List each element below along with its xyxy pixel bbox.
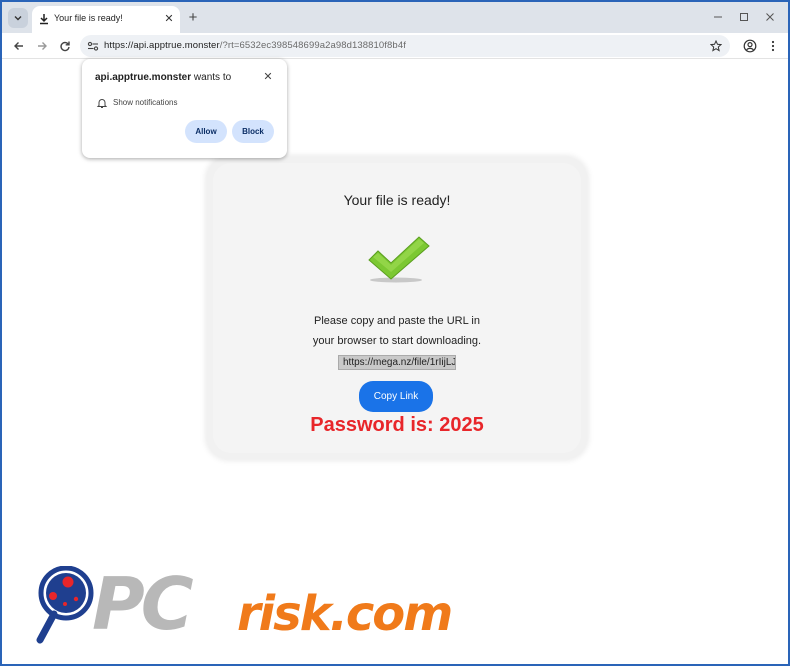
reload-icon[interactable] — [55, 36, 75, 56]
tab-active[interactable]: Your file is ready! ✕ — [32, 6, 180, 33]
address-bar[interactable]: https://api.apptrue.monster/?rt=6532ec39… — [80, 35, 730, 57]
new-tab-icon[interactable]: + — [184, 8, 202, 26]
password-text: Password is: 2025 — [310, 414, 484, 436]
instruction-line-1: Please copy and paste the URL in — [314, 315, 480, 327]
block-button[interactable]: Block — [232, 120, 274, 143]
prompt-permission: Show notifications — [113, 98, 178, 107]
site-info-icon[interactable] — [86, 39, 100, 53]
watermark-risk: risk.com — [237, 586, 453, 642]
prompt-site: api.apptrue.monster — [95, 72, 192, 83]
close-icon[interactable]: ✕ — [262, 70, 274, 83]
tab-list-button[interactable] — [8, 8, 28, 28]
window-close-icon[interactable] — [760, 8, 780, 26]
allow-button[interactable]: Allow — [185, 120, 227, 143]
url-host: https://api.apptrue.monster — [104, 40, 220, 51]
link-field[interactable]: https://mega.nz/file/1rIijLJ — [338, 355, 456, 370]
download-icon — [40, 14, 48, 25]
card-title: Your file is ready! — [343, 192, 451, 208]
browser-window: Your file is ready! ✕ + https://api.appt… — [0, 0, 790, 666]
copy-link-button[interactable]: Copy Link — [359, 381, 433, 412]
prompt-wants-to: wants to — [193, 72, 232, 83]
maximize-icon[interactable] — [734, 8, 754, 26]
watermark-pc: PC — [92, 562, 194, 646]
minimize-icon[interactable] — [708, 8, 728, 26]
checkmark-icon — [368, 236, 430, 283]
notification-permission-prompt: api.apptrue.monster wants to ✕ Show noti… — [82, 59, 287, 158]
instruction-line-2: your browser to start downloading. — [312, 335, 482, 347]
url-path: /?rt=6532ec398548699a2a98d138810f8b4f — [219, 40, 406, 51]
profile-icon[interactable] — [740, 36, 760, 56]
menu-icon[interactable] — [763, 36, 783, 56]
forward-icon[interactable] — [32, 36, 52, 56]
url-text: https://api.apptrue.monster/?rt=6532ec39… — [104, 40, 406, 51]
tab-list-icon — [14, 16, 22, 21]
pcrisk-watermark: PC risk.com — [32, 562, 472, 647]
bookmark-star-icon[interactable] — [708, 38, 724, 54]
bell-icon — [96, 99, 108, 108]
download-card: Your file is ready! Please copy and past… — [213, 163, 581, 453]
back-icon[interactable] — [9, 36, 29, 56]
tab-title: Your file is ready! — [54, 13, 123, 23]
close-icon[interactable]: ✕ — [162, 11, 176, 25]
download-card-frame: Your file is ready! Please copy and past… — [207, 157, 587, 459]
tab-strip: Your file is ready! ✕ + — [2, 2, 788, 33]
prompt-title: api.apptrue.monster wants to — [95, 72, 231, 83]
toolbar: https://api.apptrue.monster/?rt=6532ec39… — [2, 33, 788, 59]
